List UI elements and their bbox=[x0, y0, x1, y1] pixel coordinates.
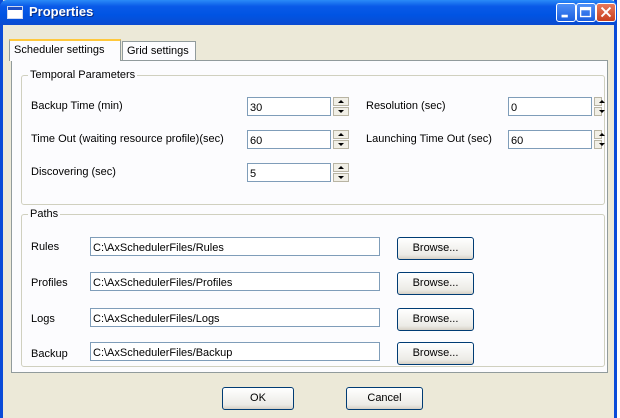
discovering-spinner[interactable] bbox=[333, 163, 349, 182]
backup-time-field[interactable] bbox=[247, 97, 331, 116]
maximize-icon bbox=[579, 6, 592, 18]
rules-label: Rules bbox=[31, 241, 60, 253]
rules-browse-button[interactable]: Browse... bbox=[397, 237, 474, 260]
backup-label: Backup bbox=[31, 348, 68, 360]
discovering-field[interactable] bbox=[247, 163, 331, 182]
logs-label: Logs bbox=[31, 313, 55, 325]
spin-down-icon[interactable] bbox=[594, 140, 605, 149]
paths-group: Paths Rules Browse... Profiles Browse...… bbox=[21, 208, 605, 367]
group-title: Temporal Parameters bbox=[28, 69, 138, 81]
tab-label: Scheduler settings bbox=[14, 44, 105, 56]
spin-up-icon[interactable] bbox=[333, 163, 349, 172]
group-title: Paths bbox=[28, 208, 61, 220]
minimize-icon bbox=[561, 14, 568, 18]
time-out-spinner[interactable] bbox=[333, 130, 349, 149]
backup-time-label: Backup Time (min) bbox=[31, 100, 123, 112]
title-bar[interactable]: Properties bbox=[0, 0, 617, 25]
spin-up-icon[interactable] bbox=[333, 130, 349, 139]
profiles-label: Profiles bbox=[31, 277, 68, 289]
tab-grid-settings[interactable]: Grid settings bbox=[122, 41, 196, 60]
resolution-field[interactable] bbox=[508, 97, 592, 116]
close-button[interactable] bbox=[596, 3, 616, 22]
time-out-field[interactable] bbox=[247, 130, 331, 149]
backup-time-spinner[interactable] bbox=[333, 97, 349, 116]
profiles-browse-button[interactable]: Browse... bbox=[397, 272, 474, 295]
spin-down-icon[interactable] bbox=[594, 107, 605, 116]
spin-up-icon[interactable] bbox=[594, 130, 605, 139]
launching-time-out-spinner[interactable] bbox=[594, 130, 605, 149]
spin-down-icon[interactable] bbox=[333, 107, 349, 116]
backup-path-field[interactable] bbox=[90, 342, 380, 361]
time-out-label: Time Out (waiting resource profile)(sec) bbox=[31, 133, 224, 145]
properties-window: Properties Scheduler settings Grid setti… bbox=[0, 0, 617, 418]
tab-scheduler-settings[interactable]: Scheduler settings bbox=[9, 39, 121, 61]
tab-label: Grid settings bbox=[127, 45, 189, 57]
ok-button[interactable]: OK bbox=[222, 387, 294, 410]
minimize-button[interactable] bbox=[556, 3, 576, 22]
spin-up-icon[interactable] bbox=[333, 97, 349, 106]
launching-time-out-label: Launching Time Out (sec) bbox=[366, 133, 492, 145]
rules-path-field[interactable] bbox=[90, 237, 380, 256]
spin-down-icon[interactable] bbox=[333, 173, 349, 182]
temporal-parameters-group: Temporal Parameters Backup Time (min) Ti… bbox=[21, 69, 605, 205]
logs-path-field[interactable] bbox=[90, 308, 380, 327]
spin-up-icon[interactable] bbox=[594, 97, 605, 106]
cancel-button[interactable]: Cancel bbox=[346, 387, 423, 410]
close-icon bbox=[600, 6, 612, 18]
window-title: Properties bbox=[29, 4, 94, 19]
launching-time-out-field[interactable] bbox=[508, 130, 592, 149]
profiles-path-field[interactable] bbox=[90, 272, 380, 291]
discovering-label: Discovering (sec) bbox=[31, 166, 116, 178]
resolution-spinner[interactable] bbox=[594, 97, 605, 116]
logs-browse-button[interactable]: Browse... bbox=[397, 308, 474, 331]
backup-browse-button[interactable]: Browse... bbox=[397, 342, 474, 365]
spin-down-icon[interactable] bbox=[333, 140, 349, 149]
tab-panel: Temporal Parameters Backup Time (min) Ti… bbox=[11, 60, 608, 373]
window-icon bbox=[7, 6, 23, 19]
resolution-label: Resolution (sec) bbox=[366, 100, 446, 112]
maximize-button[interactable] bbox=[576, 3, 596, 22]
